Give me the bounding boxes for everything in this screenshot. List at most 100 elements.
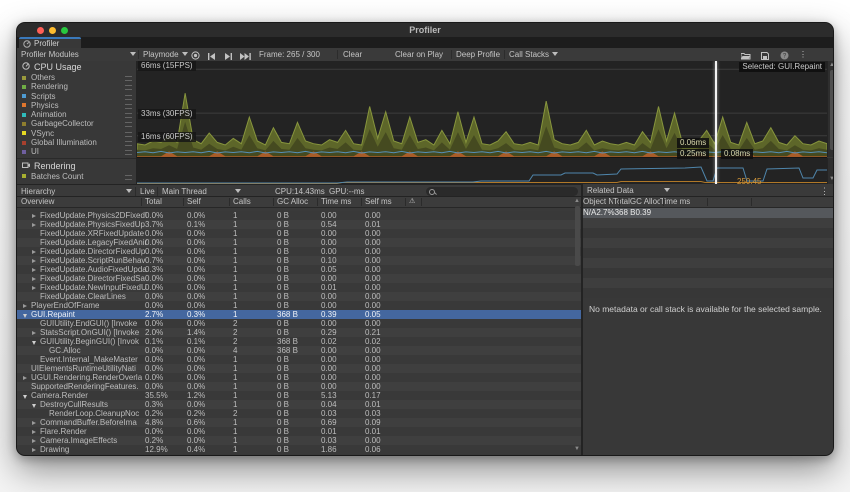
module-legend-item[interactable]: Batches Count <box>17 172 136 181</box>
related-empty-row[interactable] <box>583 238 833 248</box>
table-row[interactable]: Event.Internal_MakeMaster0.0%0.0%10 B0.0… <box>17 355 581 364</box>
expand-arrow-icon[interactable] <box>32 439 36 443</box>
legend-drag-handle-icon[interactable] <box>125 175 132 180</box>
legend-drag-handle-icon[interactable] <box>125 104 132 109</box>
table-row[interactable]: FixedUpdate.PhysicsFixedUp3.7%0.1%10 B0.… <box>17 220 581 229</box>
collapse-arrow-icon[interactable] <box>32 341 36 345</box>
table-row[interactable]: FixedUpdate.DirectorFixedUp0.0%0.0%10 B0… <box>17 247 581 256</box>
table-row[interactable]: Camera.ImageEffects0.2%0.0%10 B0.030.00 <box>17 436 581 445</box>
collapse-arrow-icon[interactable] <box>23 395 27 399</box>
related-column-header[interactable]: Total <box>613 197 630 207</box>
table-row[interactable]: UGUI.Rendering.RenderOverla0.0%0.0%10 B0… <box>17 373 581 382</box>
table-row[interactable]: CommandBuffer.BeforeIma4.8%0.6%10 B0.690… <box>17 418 581 427</box>
module-legend-item[interactable]: UI <box>17 147 136 156</box>
table-row[interactable]: GC.Alloc0.0%0.0%4368 B0.000.00 <box>17 346 581 355</box>
table-row[interactable]: RenderLoop.CleanupNoc0.2%0.2%20 B0.030.0… <box>17 409 581 418</box>
hierarchy-scroll-down-icon[interactable]: ▼ <box>574 446 580 452</box>
selected-frame-line[interactable] <box>715 61 717 184</box>
expand-arrow-icon[interactable] <box>32 430 36 434</box>
clear-on-play-toggle[interactable]: Clear on Play <box>395 48 443 61</box>
table-row[interactable]: SupportedRenderingFeatures.0.0%0.0%10 B0… <box>17 382 581 391</box>
table-row[interactable]: Camera.Render35.5%1.2%10 B5.130.17 <box>17 391 581 400</box>
charts-region[interactable]: 66ms (15FPS)33ms (30FPS)16ms (60FPS) Sel… <box>137 61 827 184</box>
column-header-overview[interactable]: Overview <box>21 197 54 207</box>
hierarchy-scroll-thumb[interactable] <box>575 206 580 266</box>
expand-arrow-icon[interactable] <box>32 223 36 227</box>
module-legend-item[interactable]: Rendering <box>17 82 136 91</box>
module-legend-item[interactable]: VSync <box>17 129 136 138</box>
related-empty-row[interactable] <box>583 258 833 268</box>
rendering-chart[interactable] <box>137 158 827 184</box>
column-header-gc-alloc[interactable]: GC Alloc <box>277 197 308 207</box>
related-empty-row[interactable] <box>583 218 833 228</box>
legend-drag-handle-icon[interactable] <box>125 150 132 155</box>
column-header-calls[interactable]: Calls <box>233 197 251 207</box>
related-row[interactable]: N/A2.7%368 B0.39 <box>583 208 833 218</box>
profiler-modules-dropdown[interactable]: Profiler Modules <box>21 48 79 61</box>
table-row[interactable]: FixedUpdate.AudioFixedUpda0.3%0.0%10 B0.… <box>17 265 581 274</box>
expand-arrow-icon[interactable] <box>32 214 36 218</box>
column-header-self[interactable]: Self <box>187 197 201 207</box>
chart-scroll-thumb[interactable] <box>830 70 835 150</box>
related-empty-row[interactable] <box>583 268 833 278</box>
related-column-header[interactable]: Object Na <box>583 197 613 207</box>
profiler-modules-caret[interactable] <box>127 48 136 61</box>
table-row[interactable]: Flare.Render0.0%0.0%10 B0.010.01 <box>17 427 581 436</box>
cpu-usage-chart[interactable] <box>137 61 827 157</box>
table-row[interactable]: FixedUpdate.XRFixedUpdate0.0%0.0%10 B0.0… <box>17 229 581 238</box>
table-row[interactable]: PlayerEndOfFrame0.0%0.0%10 B0.000.00 <box>17 301 581 310</box>
related-data-dropdown[interactable]: Related Data <box>587 184 634 197</box>
module-legend-item[interactable]: Physics <box>17 101 136 110</box>
module-legend-item[interactable]: Others <box>17 73 136 82</box>
table-row[interactable]: FixedUpdate.NewInputFixedU0.0%0.0%10 B0.… <box>17 283 581 292</box>
toolbar-kebab-icon[interactable]: ⋮ <box>799 48 807 61</box>
legend-drag-handle-icon[interactable] <box>125 85 132 90</box>
table-row[interactable]: GUI.Repaint2.7%0.3%1368 B0.390.05 <box>17 310 581 319</box>
hierarchy-scroll-up-icon[interactable]: ▲ <box>574 198 580 204</box>
expand-arrow-icon[interactable] <box>32 286 36 290</box>
module-legend-item[interactable]: Animation <box>17 110 136 119</box>
related-data-caret[interactable] <box>661 184 670 197</box>
related-empty-row[interactable] <box>583 288 833 298</box>
table-row[interactable]: StatsScript.OnGUI() [Invoke2.0%1.4%20 B0… <box>17 328 581 337</box>
table-row[interactable]: FixedUpdate.Physics2DFixedU0.0%0.0%10 B0… <box>17 211 581 220</box>
expand-arrow-icon[interactable] <box>32 268 36 272</box>
column-header-self-ms[interactable]: Self ms <box>365 197 392 207</box>
table-row[interactable]: GUIUtility.EndGUI() [Invoke0.0%0.0%20 B0… <box>17 319 581 328</box>
related-column-header[interactable]: GC Alloc <box>630 197 660 207</box>
related-kebab-icon[interactable]: ⋮ <box>820 185 829 197</box>
related-table-header[interactable]: Object NaTotalGC AllocTime ms <box>583 197 833 208</box>
render-chart-scroll-down-icon[interactable]: ▼ <box>829 176 834 182</box>
titlebar[interactable]: Profiler <box>17 23 833 38</box>
column-header-total[interactable]: Total <box>145 197 162 207</box>
expand-arrow-icon[interactable] <box>23 304 27 308</box>
collapse-arrow-icon[interactable] <box>23 314 27 318</box>
legend-drag-handle-icon[interactable] <box>125 132 132 137</box>
table-row[interactable]: Drawing12.9%0.4%10 B1.860.06 <box>17 445 581 454</box>
table-row[interactable]: FixedUpdate.DirectorFixedSa0.0%0.0%10 B0… <box>17 274 581 283</box>
legend-drag-handle-icon[interactable] <box>125 76 132 81</box>
module-legend-item[interactable]: Scripts <box>17 92 136 101</box>
module-legend-item[interactable]: Global Illumination <box>17 138 136 147</box>
table-row[interactable]: DestroyCullResults0.3%0.0%10 B0.040.01 <box>17 400 581 409</box>
hierarchy-table-header[interactable]: Overview Total Self Calls GC Alloc Time ms Sel… <box>17 197 581 208</box>
legend-drag-handle-icon[interactable] <box>125 113 132 118</box>
related-column-header[interactable]: Time ms <box>660 197 690 207</box>
tab-profiler[interactable]: Profiler <box>19 37 81 48</box>
table-row[interactable]: FixedUpdate.ScriptRunBehav0.7%0.0%10 B0.… <box>17 256 581 265</box>
legend-drag-handle-icon[interactable] <box>125 141 132 146</box>
search-input[interactable] <box>426 187 578 196</box>
module-legend-item[interactable]: GarbageCollector <box>17 119 136 128</box>
table-row[interactable]: FixedUpdate.ClearLines0.0%0.0%10 B0.000.… <box>17 292 581 301</box>
clear-button[interactable]: Clear <box>343 48 362 61</box>
legend-drag-handle-icon[interactable] <box>125 122 132 127</box>
chart-scrollbar[interactable]: ▲ <box>827 61 834 157</box>
warning-column-icon[interactable]: ⚠ <box>409 197 415 207</box>
expand-arrow-icon[interactable] <box>32 448 36 452</box>
expand-arrow-icon[interactable] <box>32 259 36 263</box>
column-header-time-ms[interactable]: Time ms <box>321 197 351 207</box>
deep-profile-toggle[interactable]: Deep Profile <box>456 48 500 61</box>
collapse-arrow-icon[interactable] <box>32 404 36 408</box>
hierarchy-scrollbar[interactable]: ▲ ▼ <box>573 197 581 454</box>
table-row[interactable]: GUIUtility.BeginGUI() [Invok0.1%0.1%2368… <box>17 337 581 346</box>
